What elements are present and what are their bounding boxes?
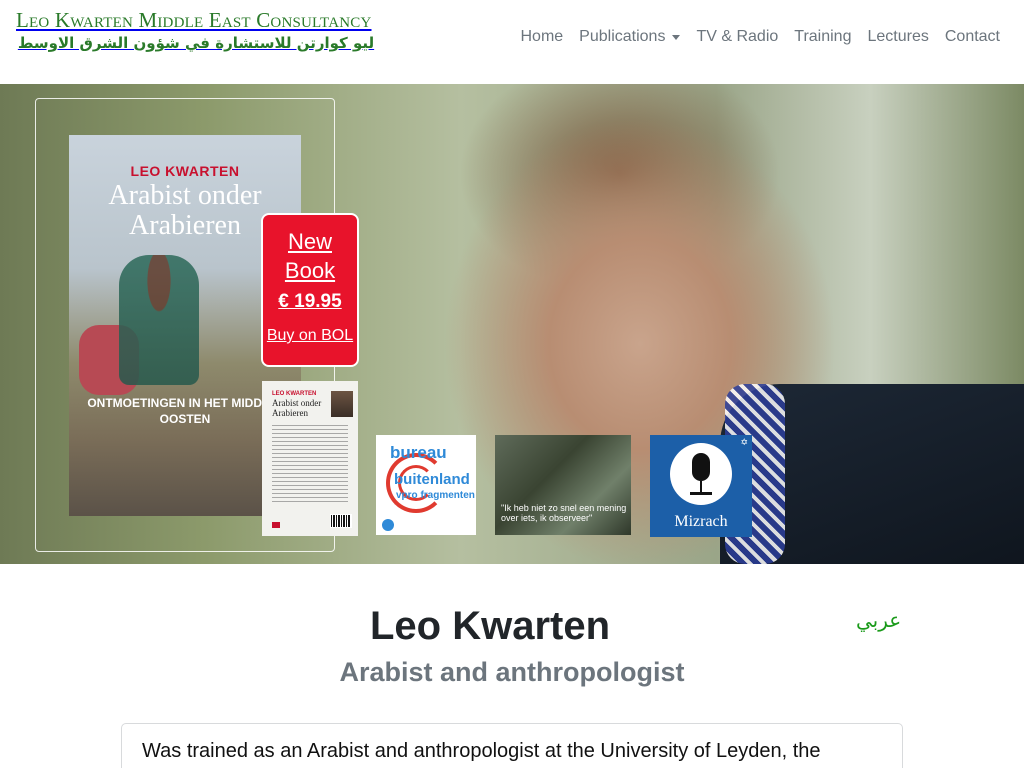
book-author: LEO KWARTEN [130, 163, 240, 179]
brand-logo[interactable]: Leo Kwarten Middle East Consultancy ليو … [16, 8, 426, 54]
book-back-cover[interactable]: LEO KWARTEN Arabist onder Arabieren [262, 381, 358, 536]
back-cover-author: LEO KWARTEN [272, 391, 317, 397]
page-subtitle: Arabist and anthropologist [339, 657, 685, 687]
nav-publications-label: Publications [579, 28, 666, 45]
bureau-buitenland-thumbnail[interactable]: bureau buitenland vpro fragmenten [376, 435, 476, 535]
buy-book-badge[interactable]: New Book € 19.95 Buy on BOL [261, 213, 359, 367]
page-title: Leo Kwarten [369, 604, 611, 648]
hero-banner: LEO KWARTEN Arabist onder Arabieren ONTM… [0, 84, 1024, 564]
bureau-title: bureau [390, 443, 447, 462]
fragmenten-label: fragmenten [420, 490, 475, 501]
brand-name-english: Leo Kwarten Middle East Consultancy [16, 8, 372, 32]
microphone-base-icon [690, 492, 712, 495]
badge-buy-link: Buy on BOL [266, 327, 354, 344]
nav-publications[interactable]: Publications [571, 26, 688, 48]
npo-logo-icon [382, 519, 394, 531]
vpro-label: vpro [396, 490, 418, 501]
back-cover-logo [272, 522, 280, 528]
nav-training[interactable]: Training [786, 26, 859, 48]
book-cover-figure [119, 255, 199, 385]
intro-text: Was trained as an Arabist and anthropolo… [142, 740, 821, 768]
mizrach-label: Mizrach [674, 513, 728, 530]
navbar: Leo Kwarten Middle East Consultancy ليو … [0, 0, 1024, 84]
back-cover-text [272, 425, 348, 503]
interview-car-thumbnail[interactable]: "Ik heb niet zo snel een mening over iet… [495, 435, 631, 535]
chevron-down-icon [672, 35, 681, 40]
mizrach-thumbnail[interactable]: Mizrach ✡ [650, 435, 752, 537]
mizrach-corner-icon: ✡ [740, 437, 748, 447]
nav-lectures[interactable]: Lectures [859, 26, 936, 48]
intro-card: Was trained as an Arabist and anthropolo… [121, 723, 903, 768]
nav-contact[interactable]: Contact [937, 26, 1008, 48]
barcode-icon [330, 514, 352, 528]
bureau-caption: vpro fragmenten [396, 490, 475, 501]
brand-name-arabic: ليو كوارتن للاستشارة في شؤون الشرق الاوس… [17, 34, 375, 52]
main-nav: Home Publications TV & Radio Training Le… [512, 26, 1008, 48]
bureau-subtitle: buitenland [394, 471, 470, 488]
microphone-icon [692, 453, 710, 481]
interview-quote: "Ik heb niet zo snel een mening over iet… [501, 503, 627, 523]
badge-price: € 19.95 [278, 291, 342, 312]
nav-home[interactable]: Home [512, 26, 571, 48]
badge-new-book: New Book [284, 229, 336, 283]
nav-tv-radio[interactable]: TV & Radio [688, 26, 786, 48]
arabic-language-link[interactable]: عربي [856, 608, 901, 632]
back-cover-photo [331, 391, 353, 417]
